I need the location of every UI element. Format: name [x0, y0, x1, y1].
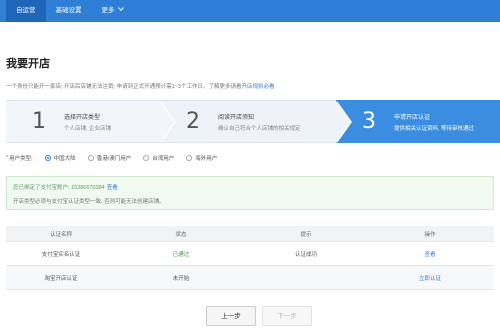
nav-item-more[interactable]: 更多 — [92, 0, 133, 22]
step-3-desc: 提供相关认证资料, 等待审核通过 — [394, 125, 475, 132]
step-1-title: 选择开店类型 — [64, 114, 101, 121]
table-header: 认证名称 状态 提示 操作 — [6, 226, 494, 242]
radio-label: 香港/澳门用户 — [96, 156, 132, 162]
radio-label: 海外用户 — [195, 156, 218, 162]
alipay-account-text: 您已绑定了支付宝账户: 15386670384 — [13, 185, 105, 191]
cert-name: 支付宝实名认证 — [41, 251, 81, 258]
user-type-label: 用户类型: — [9, 156, 33, 162]
step-1-number: 1 — [32, 109, 46, 134]
step-2-desc: 确认自己符合个人店铺的相关规定 — [218, 125, 301, 132]
nav-item-basic-settings[interactable]: 基础设置 — [46, 0, 92, 22]
certification-table: 认证名称 状态 提示 操作 支付宝实名认证 已通过 认证成功 查看 淘宝开店认证… — [6, 226, 494, 290]
step-2-title: 阅读开店须知 — [218, 114, 255, 121]
step-arrow — [336, 101, 350, 143]
step-2: 2 阅读开店须知 确认自己符合个人店铺的相关规定 — [160, 100, 352, 143]
cert-status: 已通过 — [172, 251, 190, 258]
nav-item-more-label: 更多 — [101, 7, 115, 14]
alipay-line-1: 您已绑定了支付宝账户: 15386670384 查看 — [13, 183, 487, 191]
user-type-selector: * 用户类型: 中国大陆 香港/澳门用户 台湾用户 海外用户 — [6, 154, 217, 162]
alipay-binding-notice: 您已绑定了支付宝账户: 15386670384 查看 开店类型必须与支付宝认证类型… — [6, 176, 494, 210]
radio-dot-icon — [87, 155, 94, 161]
step-3-active: 3 申请开店认证 提供相关认证资料, 等待审核通过 — [336, 100, 500, 143]
table-row: 支付宝实名认证 已通过 认证成功 查看 — [6, 242, 494, 266]
alipay-line-2: 开店类型必须与支付宝认证类型一致, 否则可能无法创建店铺。 — [13, 199, 165, 205]
radio-taiwan[interactable]: 台湾用户 — [143, 154, 174, 162]
chevron-down-icon — [117, 5, 124, 11]
radio-mainland[interactable]: 中国大陆 — [44, 154, 76, 162]
step-arrow — [160, 101, 174, 143]
notice-text: 一个身份只能开一家店; 开店后店铺无法注销; 申请到正式开通预计需1~3个工作日… — [6, 82, 274, 90]
rules-link[interactable]: 开店规则必看 — [241, 84, 274, 90]
header-status: 状态 — [175, 231, 187, 238]
step-2-number: 2 — [186, 109, 200, 134]
header-cert-name: 认证名称 — [49, 231, 72, 238]
cert-status: 未开始 — [172, 275, 190, 282]
page-title: 我要开店 — [6, 58, 50, 70]
step-3-title: 申请开店认证 — [394, 114, 431, 121]
radio-dot-icon — [186, 155, 193, 161]
alipay-view-link[interactable]: 查看 — [107, 185, 118, 191]
radio-label: 中国大陆 — [53, 156, 76, 162]
step-3-number: 3 — [362, 109, 376, 134]
step-1-desc: 个人店铺, 企业店铺 — [64, 125, 112, 132]
radio-dot-icon — [44, 155, 51, 161]
cert-tip: 认证成功 — [294, 251, 317, 258]
radio-hk-macau[interactable]: 香港/澳门用户 — [87, 154, 132, 162]
view-button[interactable]: 查看 — [424, 252, 435, 258]
radio-label: 台湾用户 — [152, 156, 175, 162]
nav-item-self-operate[interactable]: 自运营 — [6, 0, 46, 22]
radio-overseas[interactable]: 海外用户 — [186, 154, 217, 162]
next-step-button[interactable]: 下一步 — [262, 306, 312, 326]
step-progress: 1 选择开店类型 个人店铺, 企业店铺 2 阅读开店须知 确认自己符合个人店铺的… — [6, 100, 500, 143]
header-tip: 提示 — [300, 231, 312, 238]
top-nav: 自运营 基础设置 更多 — [0, 0, 500, 22]
required-marker: * — [6, 155, 9, 161]
cert-name: 淘宝开店认证 — [44, 275, 78, 282]
notice-body: 一个身份只能开一家店; 开店后店铺无法注销; 申请到正式开通预计需1~3个工作日… — [6, 84, 242, 90]
prev-step-button[interactable]: 上一步 — [206, 306, 256, 326]
certify-now-button[interactable]: 立即认证 — [419, 276, 441, 282]
step-1: 1 选择开店类型 个人店铺, 企业店铺 — [6, 100, 176, 143]
radio-dot-icon — [143, 155, 150, 161]
table-row: 淘宝开店认证 未开始 立即认证 — [6, 266, 494, 290]
header-action: 操作 — [424, 231, 436, 238]
